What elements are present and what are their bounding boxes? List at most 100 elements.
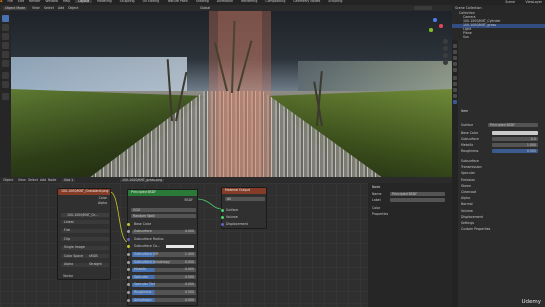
properties-subsection[interactable]: Normal	[461, 203, 473, 206]
properties-subsection[interactable]: Emission	[461, 178, 475, 182]
perspective-toggle-icon[interactable]	[443, 60, 448, 65]
properties-subsection[interactable]: Specular	[461, 172, 475, 175]
bsdf-input-socket[interactable]	[126, 291, 130, 294]
scale-tool-icon[interactable]	[2, 51, 9, 58]
node-label-field[interactable]	[390, 198, 445, 202]
mode-selector[interactable]: Object Mode	[3, 6, 28, 10]
bsdf-input-socket[interactable]	[126, 283, 130, 287]
transform-orientation[interactable]: Global	[200, 6, 210, 10]
base-color-field[interactable]	[492, 131, 538, 135]
tab-compositing[interactable]: Compositing	[262, 0, 288, 3]
world-tab-icon[interactable]	[453, 68, 457, 72]
image-setting-field[interactable]: Alpha Straight	[61, 262, 109, 267]
image-setting-field[interactable]: Clip	[61, 237, 109, 242]
pan-icon[interactable]	[443, 46, 448, 51]
transform-tool-icon[interactable]	[2, 60, 9, 67]
outliner-item[interactable]: Sun	[463, 36, 469, 40]
select-tool-icon[interactable]	[2, 15, 9, 22]
bsdf-input-socket[interactable]	[126, 237, 130, 241]
bsdf-input-field[interactable]: Anisotropic 0.000	[132, 298, 196, 303]
tab-animation[interactable]: Animation	[214, 0, 236, 3]
view-layer-tab-icon[interactable]	[453, 56, 457, 60]
volume-socket[interactable]	[220, 216, 224, 219]
render-tab-icon[interactable]	[453, 44, 457, 48]
node-properties-section[interactable]: Properties	[372, 212, 388, 216]
shading-mode-buttons[interactable]	[414, 6, 432, 10]
menu-view[interactable]: View	[32, 6, 40, 10]
output-node-header[interactable]: Material Output	[222, 188, 266, 194]
surface-socket[interactable]	[220, 209, 224, 212]
bsdf-input-socket[interactable]	[126, 222, 130, 226]
blender-logo-icon[interactable]: ◆	[0, 0, 2, 3]
image-node-header[interactable]: 100-1000/KNT_Grassland.png	[58, 189, 110, 195]
material-selector[interactable]: 100-1000/KNT_grass.png	[120, 178, 165, 182]
subsurface-color-swatch[interactable]	[166, 245, 194, 249]
node-menu-select[interactable]: Select	[28, 178, 38, 182]
node-menu-view[interactable]: View	[18, 178, 26, 182]
properties-subsection[interactable]: Custom Properties	[461, 227, 490, 231]
subsurface-field[interactable]: 0.0	[492, 137, 538, 141]
node-menu-object[interactable]: Object	[3, 178, 13, 182]
camera-view-icon[interactable]	[443, 53, 448, 58]
output-tab-icon[interactable]	[453, 50, 457, 54]
menu-select[interactable]: Select	[44, 6, 54, 10]
bsdf-node-header[interactable]: Principled BSDF	[128, 190, 197, 196]
3d-viewport[interactable]	[11, 11, 452, 177]
image-file-selector[interactable]: 100-1000/KNT_Gr...	[61, 213, 109, 218]
add-cube-tool-icon[interactable]	[2, 93, 9, 100]
tab-texture-paint[interactable]: Texture Paint	[164, 0, 191, 3]
tab-rendering[interactable]: Rendering	[238, 0, 260, 3]
principled-bsdf-node[interactable]: Principled BSDF BSDF GGX Random Walk Bas…	[126, 189, 198, 306]
menu-edit[interactable]: Edit	[18, 0, 24, 3]
outliner-scene-collection[interactable]: Scene Collection	[455, 7, 482, 11]
menu-add[interactable]: Add	[58, 6, 64, 10]
displacement-socket[interactable]	[220, 223, 224, 226]
node-color-toggle[interactable]: Color	[372, 206, 380, 210]
properties-subsection[interactable]: Transmission	[461, 165, 482, 169]
bsdf-input-field[interactable]: Subsurface Anisotropy 0.000	[132, 260, 196, 265]
bsdf-input-socket[interactable]	[126, 260, 130, 264]
tab-uv-editing[interactable]: UV Editing	[140, 0, 163, 3]
physics-tab-icon[interactable]	[453, 94, 457, 98]
bsdf-input-field[interactable]: Subsurface IOR 1.400	[132, 252, 196, 257]
menu-object[interactable]: Object	[68, 6, 78, 10]
distribution-dropdown[interactable]: GGX	[131, 208, 196, 213]
annotate-tool-icon[interactable]	[2, 72, 9, 79]
metallic-field[interactable]: 1.000	[492, 143, 538, 147]
slot-selector[interactable]: Slot 1	[62, 178, 76, 182]
x-axis-icon[interactable]	[439, 24, 443, 28]
properties-subsection[interactable]: Clearcoat	[461, 190, 476, 194]
tab-modeling[interactable]: Modeling	[94, 0, 115, 3]
properties-subsection[interactable]: Volume	[461, 209, 473, 213]
bsdf-input-field[interactable]: Subsurface Radius	[132, 237, 196, 241]
properties-subsection[interactable]: Alpha	[461, 196, 470, 200]
subsurface-method-dropdown[interactable]: Random Walk	[131, 214, 196, 219]
bsdf-input-field[interactable]: Metallic 0.000	[132, 267, 196, 272]
bsdf-input-socket[interactable]	[126, 245, 130, 249]
node-menu-node[interactable]: Node	[48, 178, 56, 182]
bsdf-input-socket[interactable]	[126, 268, 130, 272]
image-setting-field[interactable]: Linear	[61, 220, 109, 225]
object-tab-icon[interactable]	[453, 76, 457, 80]
bsdf-input-field[interactable]: Roughness 0.500	[132, 290, 196, 295]
roughness-field[interactable]: 0.500	[492, 149, 538, 153]
properties-subsection[interactable]: Settings	[461, 221, 474, 225]
tab-geometry-nodes[interactable]: Geometry Nodes	[290, 0, 323, 3]
scene-selector[interactable]: Scene	[505, 0, 515, 4]
node-menu-add[interactable]: Add	[40, 178, 46, 182]
view-layer-selector[interactable]: ViewLayer	[526, 0, 542, 4]
z-axis-icon[interactable]	[433, 18, 437, 22]
bsdf-input-socket[interactable]	[126, 275, 130, 279]
bsdf-input-field[interactable]: Specular 0.500	[132, 275, 196, 280]
modifier-tab-icon[interactable]	[453, 82, 457, 86]
particles-tab-icon[interactable]	[453, 88, 457, 92]
properties-subsection[interactable]: Subsurface	[461, 159, 479, 163]
properties-subsection[interactable]: Sheen	[461, 184, 471, 188]
tab-sculpting[interactable]: Sculpting	[117, 0, 138, 3]
move-tool-icon[interactable]	[2, 33, 9, 40]
menu-file[interactable]: File	[7, 0, 12, 3]
cursor-tool-icon[interactable]	[2, 24, 9, 31]
output-target-dropdown[interactable]: All	[225, 197, 265, 202]
bsdf-input-socket[interactable]	[126, 253, 130, 256]
bsdf-input-field[interactable]: Subsurface 0.000	[132, 229, 196, 234]
